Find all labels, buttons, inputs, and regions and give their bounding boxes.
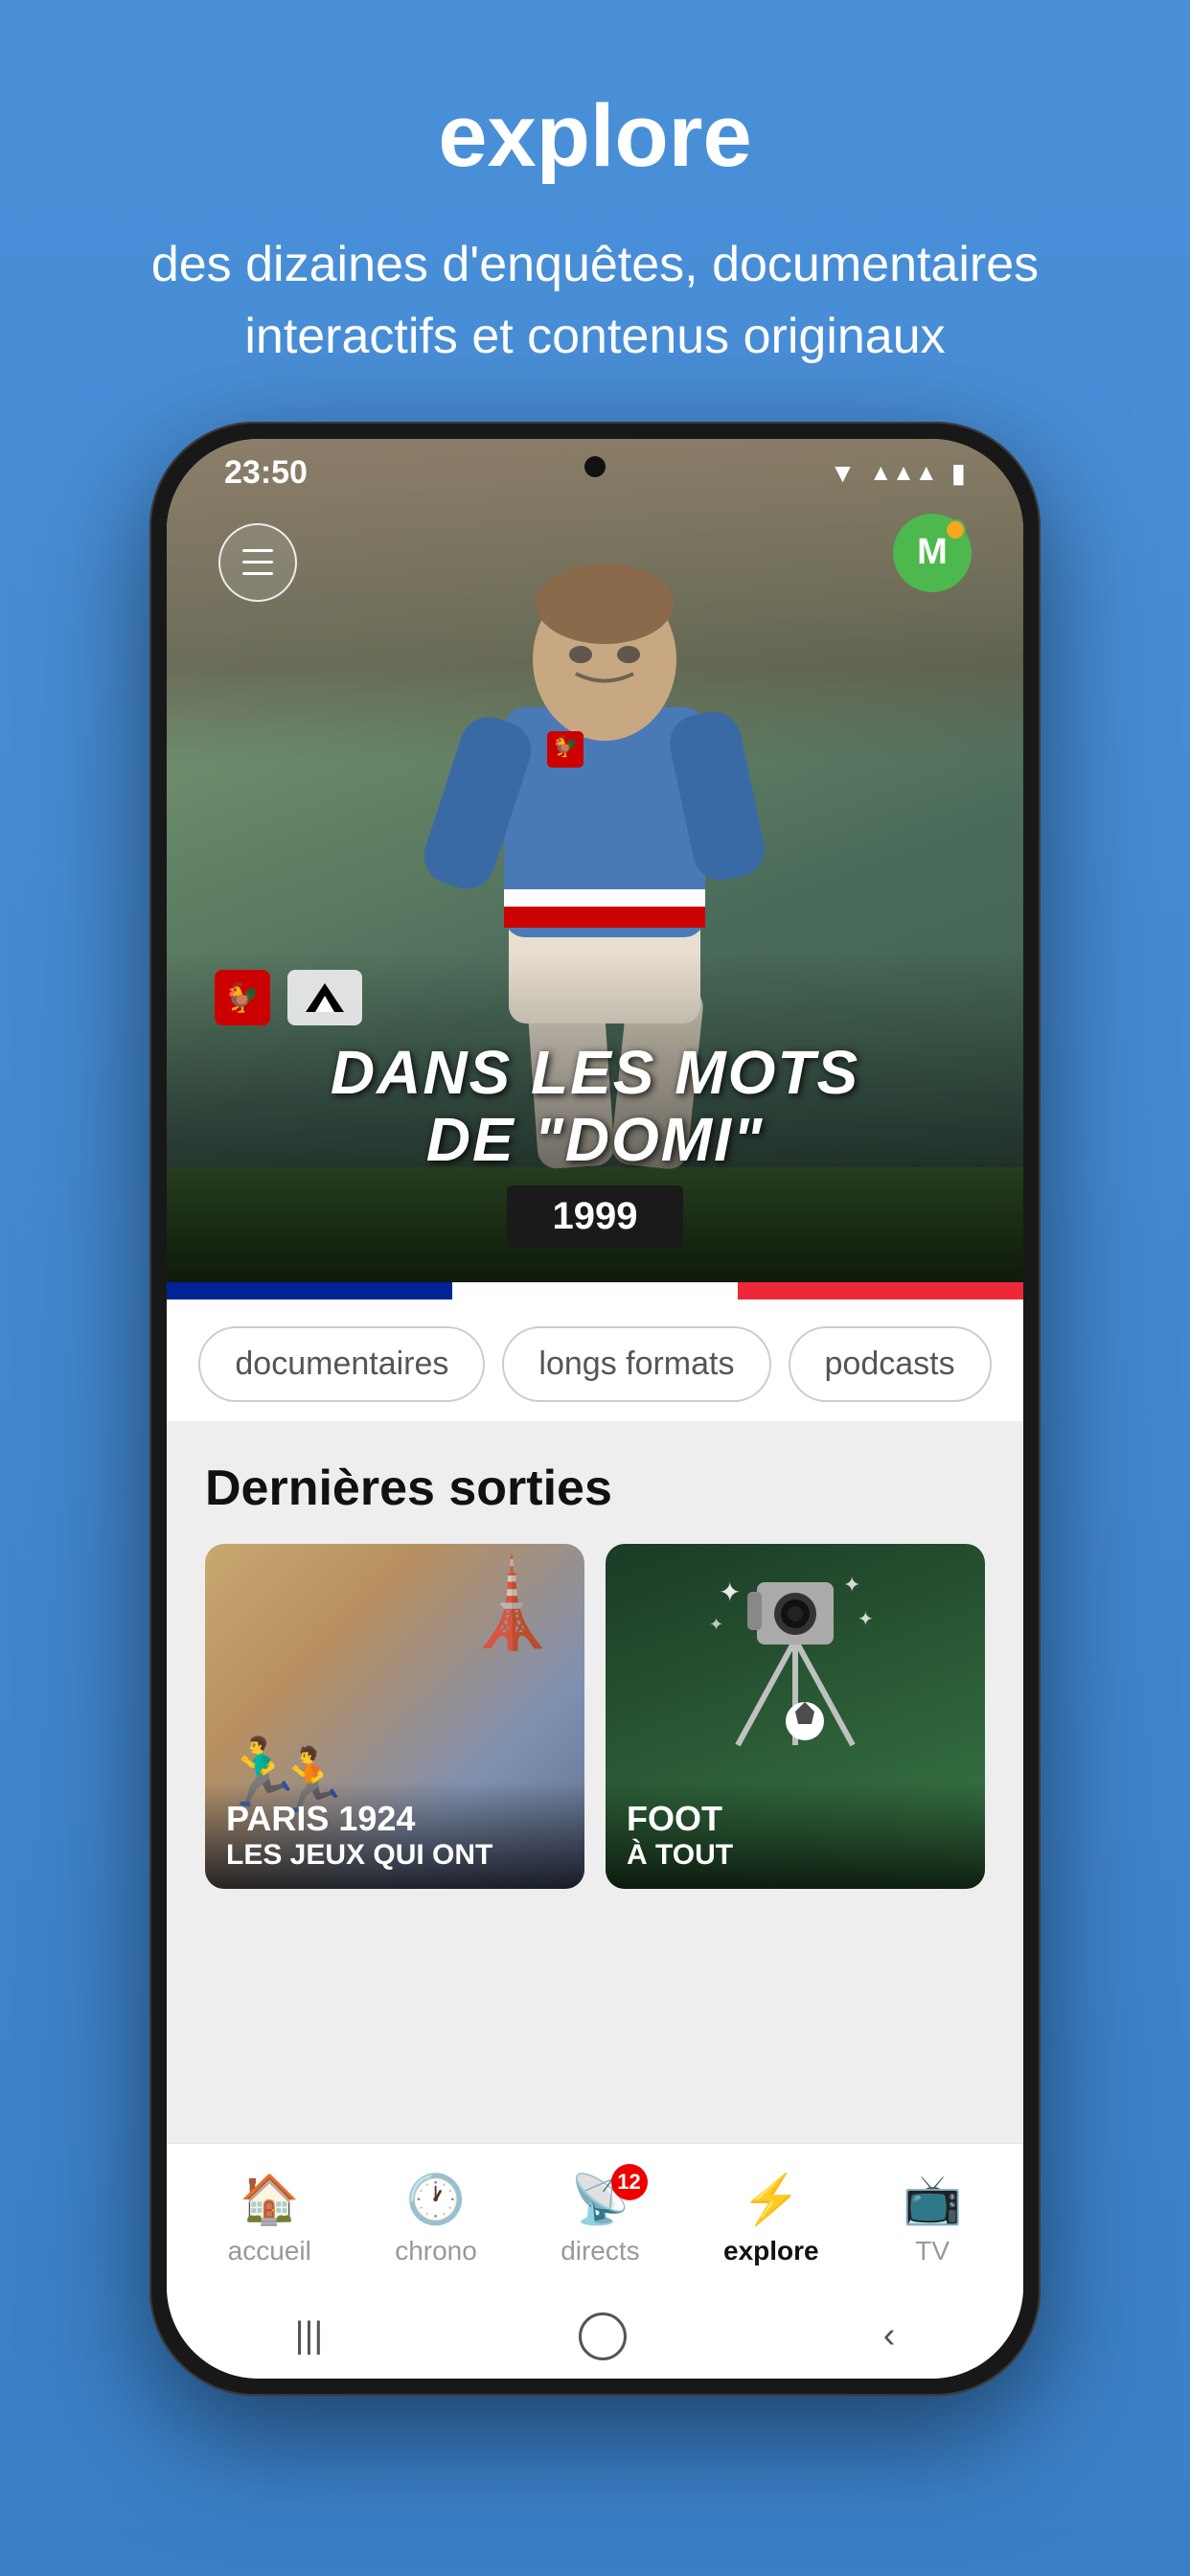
svg-text:✦: ✦ xyxy=(858,1609,874,1630)
flag-bar xyxy=(167,1282,1023,1300)
tab-longs-formats[interactable]: longs formats xyxy=(502,1326,770,1402)
page-subtitle: des dizaines d'enquêtes, documentaires i… xyxy=(96,229,1094,374)
content-area: Dernières sorties 🗼 🏃‍♂️ 🏃 xyxy=(167,1421,1023,2143)
tab-documentaires[interactable]: documentaires xyxy=(198,1326,485,1402)
hero-title: DANS LES MOTS DE "DOMI" xyxy=(215,1039,975,1174)
eiffel-tower: 🗼 xyxy=(458,1553,565,1654)
card-paris-label: PARIS 1924 LES JEUX QUI ONT xyxy=(205,1782,584,1889)
chrono-icon: 🕐 xyxy=(406,2172,466,2228)
tabs-row: documentaires longs formats podcasts xyxy=(194,1326,996,1402)
android-home-btn[interactable] xyxy=(579,2312,627,2360)
nav-accueil[interactable]: 🏠 accueil xyxy=(228,2172,311,2266)
directs-badge: 12 xyxy=(611,2164,648,2200)
hero-title-line1: DANS LES MOTS xyxy=(215,1039,975,1106)
nav-explore[interactable]: ⚡ explore xyxy=(723,2172,819,2266)
hero-section: 23:50 ▼ ▲▲▲ ▮ M xyxy=(167,439,1023,1282)
section-title: Dernières sorties xyxy=(205,1460,985,1517)
camera-svg: ✦ ✦ ✦ ✦ xyxy=(709,1563,881,1755)
tv-icon: 📺 xyxy=(903,2172,962,2228)
nav-directs[interactable]: 📡 12 directs xyxy=(561,2172,639,2266)
android-recent-btn[interactable]: ||| xyxy=(295,2315,324,2357)
hero-title-line2: DE "DOMI" xyxy=(215,1106,975,1173)
signal-icon: ▲▲▲ xyxy=(869,460,937,487)
phone-screen: 23:50 ▼ ▲▲▲ ▮ M xyxy=(167,439,1023,2379)
notification-dot xyxy=(945,519,966,540)
android-nav-bar: ||| ‹ xyxy=(167,2294,1023,2379)
nav-chrono[interactable]: 🕐 chrono xyxy=(395,2172,477,2266)
tabs-section: documentaires longs formats podcasts xyxy=(167,1300,1023,1421)
battery-icon: ▮ xyxy=(951,457,966,489)
flag-white xyxy=(452,1282,738,1300)
profile-badge[interactable]: M xyxy=(893,514,972,592)
bottom-nav: 🏠 accueil 🕐 chrono 📡 12 directs ⚡ explor… xyxy=(167,2143,1023,2294)
svg-text:🐓: 🐓 xyxy=(552,734,578,758)
hero-logos: 🐓 xyxy=(215,970,975,1025)
hero-year-wrapper: 1999 xyxy=(215,1185,975,1248)
hero-overlay: 🐓 DANS LES MOTS DE "DOMI" 1999 xyxy=(167,951,1023,1282)
home-icon: 🏠 xyxy=(240,2172,299,2228)
explore-icon: ⚡ xyxy=(742,2172,801,2228)
page-title: explore xyxy=(96,86,1094,187)
svg-text:✦: ✦ xyxy=(709,1615,723,1634)
flag-blue xyxy=(167,1282,452,1300)
camera-notch xyxy=(584,456,606,477)
status-icons: ▼ ▲▲▲ ▮ xyxy=(830,457,966,489)
menu-button[interactable] xyxy=(218,523,297,602)
allblacks-logo xyxy=(287,970,362,1025)
wifi-icon: ▼ xyxy=(830,458,857,489)
tab-podcasts[interactable]: podcasts xyxy=(789,1326,992,1402)
profile-letter: M xyxy=(917,532,948,573)
android-back-btn[interactable]: ‹ xyxy=(883,2315,896,2357)
flag-red xyxy=(738,1282,1023,1300)
ffr-logo: 🐓 xyxy=(215,970,270,1025)
svg-text:✦: ✦ xyxy=(719,1577,741,1607)
page-header: explore des dizaines d'enquêtes, documen… xyxy=(0,0,1190,422)
phone-shell: 23:50 ▼ ▲▲▲ ▮ M xyxy=(149,422,1041,2396)
card-foot[interactable]: ✦ ✦ ✦ ✦ FOOT À TOUT xyxy=(606,1544,985,1889)
nav-tv[interactable]: 📺 TV xyxy=(903,2172,962,2266)
svg-text:✦: ✦ xyxy=(843,1573,860,1597)
card-paris[interactable]: 🗼 🏃‍♂️ 🏃 PARIS 1924 LES JEUX QUI ONT xyxy=(205,1544,584,1889)
hero-year: 1999 xyxy=(507,1185,684,1248)
status-time: 23:50 xyxy=(224,454,308,492)
card-foot-label: FOOT À TOUT xyxy=(606,1782,985,1889)
hamburger-icon xyxy=(242,549,273,575)
cards-row: 🗼 🏃‍♂️ 🏃 PARIS 1924 LES JEUX QUI ONT xyxy=(205,1544,985,1889)
